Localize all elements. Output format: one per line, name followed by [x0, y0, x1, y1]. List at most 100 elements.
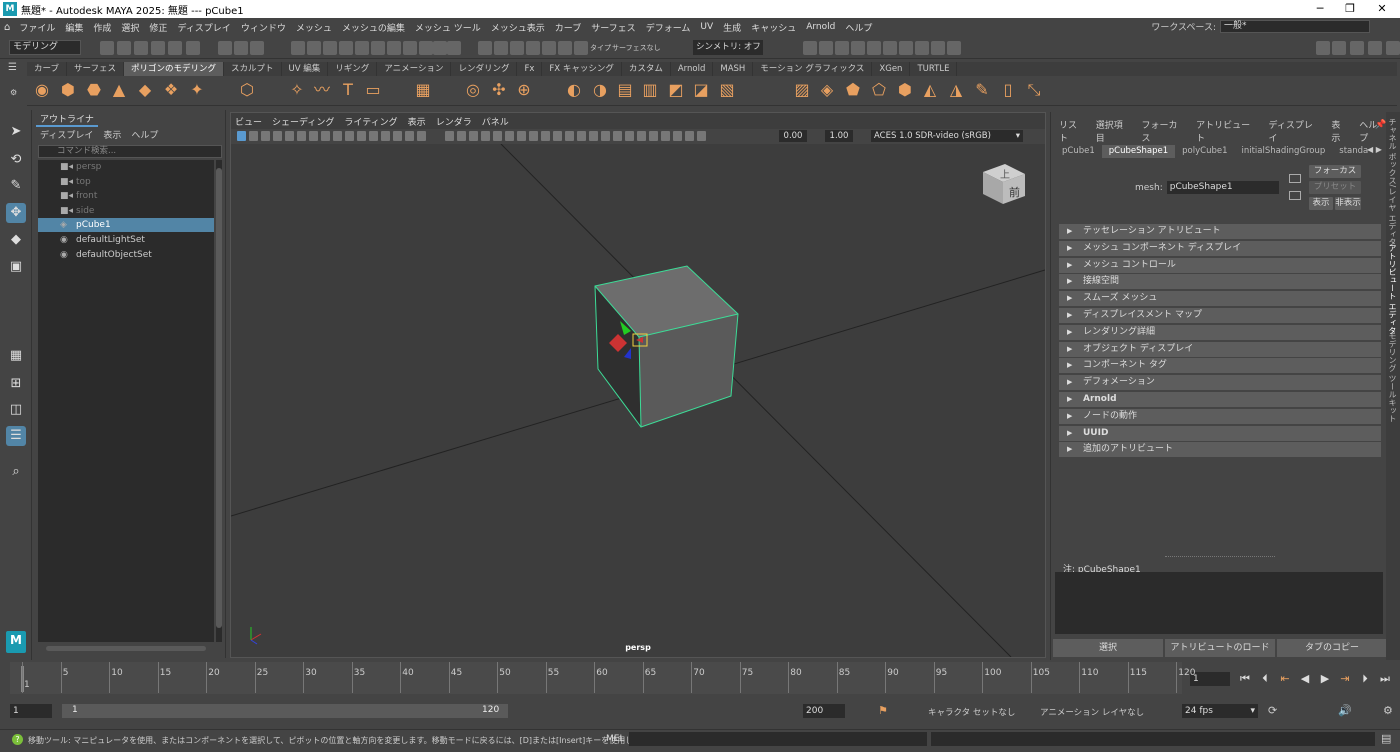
- viewport-toolbar-button[interactable]: [685, 131, 694, 141]
- status-line-button[interactable]: [899, 41, 913, 55]
- status-line-button[interactable]: [1368, 41, 1382, 55]
- shelf-tab[interactable]: UV 編集: [282, 62, 329, 76]
- menu-deform[interactable]: デフォーム: [641, 21, 696, 34]
- viewport-toolbar-button[interactable]: [505, 131, 514, 141]
- viewport-toolbar-button[interactable]: [273, 131, 282, 141]
- shelf-tool-icon[interactable]: ✦: [187, 80, 207, 100]
- viewport-toolbar-button[interactable]: [493, 131, 502, 141]
- shelf-tool-icon[interactable]: ⬟: [843, 80, 863, 100]
- outliner-layout-icon[interactable]: ☰: [6, 426, 26, 446]
- outliner-item[interactable]: ◉ defaultLightSet: [38, 233, 214, 247]
- shelf-tool-icon[interactable]: ▤: [615, 80, 635, 100]
- status-line-button[interactable]: [947, 41, 961, 55]
- status-line-button[interactable]: [291, 41, 305, 55]
- status-line-button[interactable]: [494, 41, 508, 55]
- output-connections-icon[interactable]: [1289, 191, 1301, 200]
- current-frame-field[interactable]: 1: [1190, 672, 1230, 686]
- mel-command-input[interactable]: [629, 732, 927, 746]
- side-tab-attribute-editor[interactable]: アトリビュート エディタ: [1387, 244, 1398, 335]
- shelf-tool-icon[interactable]: ◉: [32, 80, 52, 100]
- end-time-field[interactable]: 200: [803, 704, 845, 718]
- shelf-tool-icon[interactable]: ◈: [817, 80, 837, 100]
- input-connections-icon[interactable]: [1289, 174, 1301, 183]
- menu-mesh[interactable]: メッシュ: [291, 21, 337, 34]
- status-line-button[interactable]: [134, 41, 148, 55]
- viewport-toolbar-button[interactable]: [577, 131, 586, 141]
- status-line-button[interactable]: [1332, 41, 1346, 55]
- shelf-tab[interactable]: FX キャッシング: [542, 62, 622, 76]
- start-time-field[interactable]: 1: [10, 704, 52, 718]
- outliner-item[interactable]: ◈ pCube1: [38, 218, 214, 233]
- step-back-key-icon[interactable]: ⇤: [1277, 672, 1293, 686]
- preset-button[interactable]: プリセット: [1309, 181, 1361, 194]
- status-line-button[interactable]: [307, 41, 321, 55]
- go-to-start-icon[interactable]: ⏮: [1237, 672, 1253, 686]
- attribute-section[interactable]: ▶ ディスプレイスメント マップ: [1059, 308, 1381, 323]
- workspace-dropdown[interactable]: 一般*: [1220, 20, 1370, 33]
- shelf-tool-icon[interactable]: ⊕: [514, 80, 534, 100]
- status-line-button[interactable]: [218, 41, 232, 55]
- shelf-tab[interactable]: アニメーション: [377, 62, 452, 76]
- attribute-section[interactable]: ▶ コンポーネント タグ: [1059, 358, 1381, 374]
- viewport-toolbar-button[interactable]: [393, 131, 402, 141]
- shelf-tool-icon[interactable]: ◎: [463, 80, 483, 100]
- viewport-toolbar-button[interactable]: [673, 131, 682, 141]
- menu-select[interactable]: 選択: [116, 21, 144, 34]
- status-line-button[interactable]: [1386, 41, 1400, 55]
- shelf-tool-icon[interactable]: ❖: [161, 80, 181, 100]
- shelf-tab[interactable]: サーフェス: [67, 62, 124, 76]
- viewport-toolbar-button[interactable]: [417, 131, 426, 141]
- lasso-tool-icon[interactable]: ⟲: [6, 150, 26, 170]
- outliner-hscrollbar[interactable]: [46, 646, 206, 651]
- mel-label[interactable]: MEL: [606, 734, 624, 744]
- menu-curves[interactable]: カーブ: [550, 21, 586, 34]
- vp-menu-renderer[interactable]: レンダラ: [436, 115, 472, 128]
- viewport-panel[interactable]: ビュー シェーディング ライティング 表示 レンダラ パネル 0.00 1.00…: [230, 112, 1046, 658]
- shelf-tab[interactable]: レンダリング: [451, 62, 518, 76]
- outliner-search-input[interactable]: コマンド検索...: [38, 145, 222, 158]
- shelf-tab[interactable]: スカルプト: [224, 62, 282, 76]
- shelf-tool-icon[interactable]: ◪: [691, 80, 711, 100]
- attribute-section[interactable]: ▶ ノードの動作: [1059, 408, 1381, 424]
- mode-dropdown[interactable]: モデリング: [9, 40, 81, 55]
- status-line-button[interactable]: [447, 41, 461, 55]
- shelf-tool-icon[interactable]: ⬡: [237, 80, 257, 100]
- menu-mesh-tools[interactable]: メッシュ ツール: [410, 21, 486, 34]
- status-line-button[interactable]: [835, 41, 849, 55]
- status-line-button[interactable]: [803, 41, 817, 55]
- scale-tool-icon[interactable]: ▣: [6, 257, 26, 277]
- paint-select-icon[interactable]: ✎: [6, 176, 26, 196]
- status-line-button[interactable]: [931, 41, 945, 55]
- status-line-button[interactable]: [819, 41, 833, 55]
- shelf-tool-icon[interactable]: ✎: [972, 80, 992, 100]
- scrollbar-thumb[interactable]: [216, 168, 222, 628]
- status-line-button[interactable]: [250, 41, 264, 55]
- menu-uv[interactable]: UV: [695, 22, 718, 32]
- mesh-name-field[interactable]: pCubeShape1: [1166, 181, 1279, 194]
- shelf-tool-icon[interactable]: ▯: [998, 80, 1018, 100]
- status-line-button[interactable]: [339, 41, 353, 55]
- attribute-section[interactable]: ▶ スムーズ メッシュ: [1059, 291, 1381, 307]
- attribute-section[interactable]: ▶ メッシュ コンポーネント ディスプレイ: [1059, 240, 1381, 256]
- status-line-button[interactable]: [883, 41, 897, 55]
- ae-menu-show[interactable]: 表示: [1331, 118, 1349, 144]
- shelf-tab[interactable]: Arnold: [671, 62, 714, 76]
- shelf-menu-icon[interactable]: ☰: [8, 62, 17, 73]
- hide-button[interactable]: 非表示: [1335, 197, 1361, 210]
- shelf-tool-icon[interactable]: ◆: [135, 80, 155, 100]
- menu-edit[interactable]: 編集: [60, 21, 88, 34]
- single-view-icon[interactable]: ▦: [6, 346, 26, 366]
- shelf-tab[interactable]: リギング: [328, 62, 378, 76]
- anim-layer-dropdown[interactable]: アニメーション レイヤなし: [1040, 706, 1144, 718]
- four-view-icon[interactable]: ⊞: [6, 374, 26, 394]
- load-attributes-button[interactable]: アトリビュートのロード: [1165, 639, 1275, 657]
- attribute-section[interactable]: ▶ レンダリング詳細: [1059, 324, 1381, 340]
- viewport-toolbar-button[interactable]: [297, 131, 306, 141]
- outliner-menu-show[interactable]: 表示: [103, 128, 121, 141]
- symmetry-dropdown[interactable]: シンメトリ: オフ: [693, 40, 763, 55]
- menu-create[interactable]: 作成: [88, 21, 116, 34]
- status-line-button[interactable]: [542, 41, 556, 55]
- shelf-tool-icon[interactable]: ◩: [666, 80, 686, 100]
- status-line-button[interactable]: [323, 41, 337, 55]
- outliner-menu-help[interactable]: ヘルプ: [131, 128, 158, 141]
